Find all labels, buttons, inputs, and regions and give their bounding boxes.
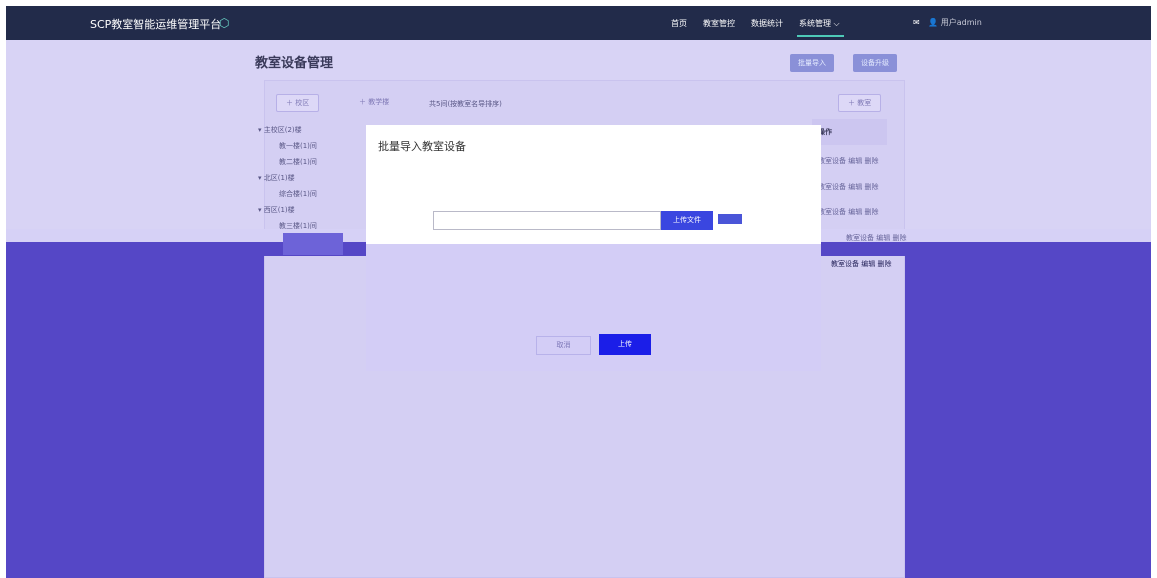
main-nav: 首页 教室管控 数据统计 系统管理 ⌵ [671,18,844,37]
operation-column-header: 操作 [812,119,887,145]
tree-node[interactable]: 教二楼(1)间 [258,154,317,170]
cube-icon: ⬡ [219,16,230,30]
file-path-input[interactable] [433,211,661,230]
dialog-lower-area [366,244,821,371]
app-title: SCP教室智能运维管理平台 [90,18,222,31]
tree-node[interactable]: ▾ 北区(1)楼 [258,170,317,186]
dialog-title: 批量导入教室设备 [378,140,466,153]
tree-node[interactable]: ▾ 西区(1)楼 [258,202,317,218]
add-building-button[interactable]: ＋ 教学楼 [350,94,398,112]
device-upgrade-button[interactable]: 设备升级 [853,54,897,72]
add-classroom-button[interactable]: ＋ 教室 [838,94,882,112]
top-navbar: SCP教室智能运维管理平台 ⬡ 首页 教室管控 数据统计 系统管理 ⌵ ✉ 👤 … [6,6,1151,40]
campus-tree: ▾ 主校区(2)楼 教一楼(1)间 教二楼(1)间 ▾ 北区(1)楼 综合楼(1… [258,122,317,234]
nav-home[interactable]: 首页 [671,18,687,29]
row-operations[interactable]: 教室设备 编辑 删除 [818,207,878,217]
user-icon: 👤 [928,18,939,27]
render-noise [283,233,343,255]
chevron-down-icon: ⌵ [833,19,840,28]
cancel-button[interactable]: 取消 [536,336,591,355]
tree-node[interactable]: ▾ 主校区(2)楼 [258,122,317,138]
render-noise [718,214,742,224]
nav-system-management[interactable]: 系统管理 ⌵ [797,18,844,37]
tree-node-label: 教一楼(1)间 [279,142,317,150]
upload-file-button[interactable]: 上传文件 [661,211,713,230]
batch-import-button[interactable]: 批量导入 [790,54,834,72]
add-campus-button[interactable]: ＋ 校区 [276,94,320,112]
tree-node-label: 主校区(2)楼 [263,126,302,134]
tree-node-label: 北区(1)楼 [263,174,295,182]
row-operations[interactable]: 教室设备 编辑 删除 [831,259,891,269]
nav-statistics[interactable]: 数据统计 [751,18,783,29]
row-operations[interactable]: 教室设备 编辑 删除 [818,182,878,192]
upload-button[interactable]: 上传 [599,334,651,355]
nav-classroom-control[interactable]: 教室管控 [703,18,735,29]
user-area[interactable]: ✉ 👤 用户admin [913,17,982,28]
tree-node-label: 教二楼(1)间 [279,158,317,166]
tree-node[interactable]: 综合楼(1)间 [258,186,317,202]
mail-icon[interactable]: ✉ [913,18,920,27]
page-title: 教室设备管理 [255,56,334,71]
user-name: 用户admin [940,18,982,27]
tree-node[interactable]: 教一楼(1)间 [258,138,317,154]
row-operations[interactable]: 教室设备 编辑 删除 [818,156,878,166]
nav-system-label: 系统管理 [799,19,831,28]
classroom-summary: 共5间(按教室名导排序) [429,100,502,108]
row-operations[interactable]: 教室设备 编辑 删除 [846,233,906,243]
tree-node-label: 综合楼(1)间 [279,190,317,198]
tree-node-label: 西区(1)楼 [263,206,295,214]
